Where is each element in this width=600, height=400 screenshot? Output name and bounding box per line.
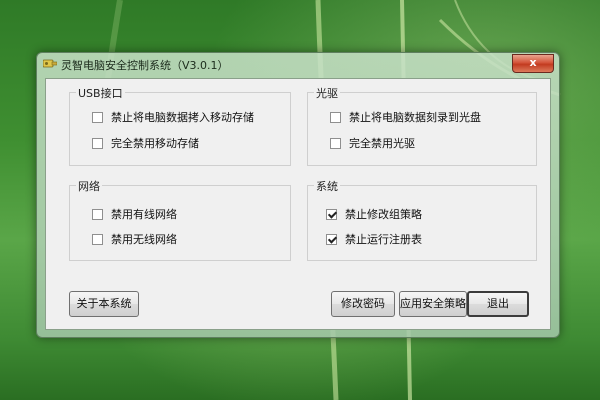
group-usb: USB接口 禁止将电脑数据拷入移动存储 完全禁用移动存储 [69,85,291,166]
checkbox-usb-disable-box[interactable] [92,137,103,149]
group-optical: 光驱 禁止将电脑数据刻录到光盘 完全禁用光驱 [307,85,537,166]
window-title: 灵智电脑安全控制系统（V3.0.1） [61,59,229,72]
group-usb-title: USB接口 [76,85,125,101]
checkbox-network-wired-box[interactable] [92,208,103,220]
group-network: 网络 禁用有线网络 禁用无线网络 [69,178,291,261]
checkbox-system-registry[interactable]: 禁止运行注册表 [326,231,422,247]
app-key-icon [43,59,57,68]
client-area: USB接口 禁止将电脑数据拷入移动存储 完全禁用移动存储 光驱 禁止将电脑数据刻… [45,78,551,330]
exit-button[interactable]: 退出 [467,291,529,317]
group-system: 系统 禁止修改组策略 禁止运行注册表 [307,178,537,261]
group-system-title: 系统 [314,178,340,194]
checkbox-optical-no-burn-box[interactable] [330,111,341,123]
about-button[interactable]: 关于本系统 [69,291,139,317]
checkbox-network-wireless-box[interactable] [92,233,103,245]
checkbox-usb-no-copy[interactable]: 禁止将电脑数据拷入移动存储 [92,109,254,125]
checkbox-usb-disable[interactable]: 完全禁用移动存储 [92,135,199,151]
checkbox-system-registry-box[interactable] [326,233,337,245]
app-window: 灵智电脑安全控制系统（V3.0.1） x USB接口 禁止将电脑数据拷入移动存储… [36,52,560,338]
group-optical-title: 光驱 [314,85,340,101]
close-icon: x [529,56,537,69]
checkbox-network-wireless[interactable]: 禁用无线网络 [92,231,177,247]
close-button[interactable]: x [512,54,554,73]
change-password-button[interactable]: 修改密码 [331,291,395,317]
checkbox-optical-disable-box[interactable] [330,137,341,149]
checkbox-usb-no-copy-box[interactable] [92,111,103,123]
title-bar[interactable]: 灵智电脑安全控制系统（V3.0.1） x [37,53,559,75]
checkbox-optical-no-burn[interactable]: 禁止将电脑数据刻录到光盘 [330,109,481,125]
checkbox-network-wired[interactable]: 禁用有线网络 [92,206,177,222]
checkbox-optical-disable[interactable]: 完全禁用光驱 [330,135,415,151]
checkbox-system-grouppolicy-box[interactable] [326,208,337,220]
checkbox-system-grouppolicy[interactable]: 禁止修改组策略 [326,206,422,222]
group-network-title: 网络 [76,178,102,194]
apply-policy-button[interactable]: 应用安全策略 [399,291,467,317]
